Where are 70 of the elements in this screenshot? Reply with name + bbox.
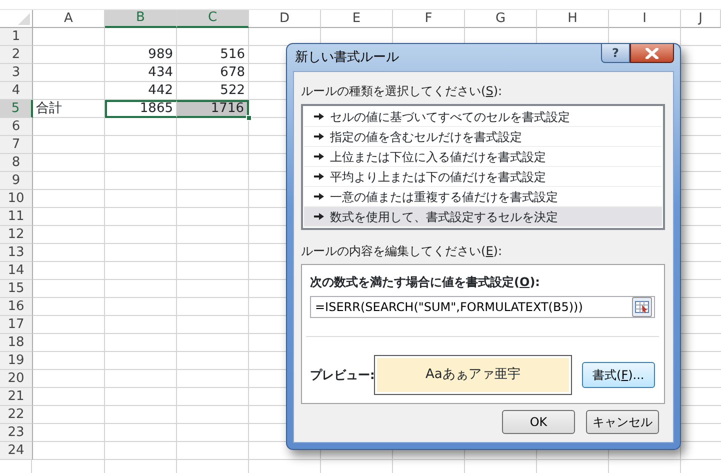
row-header[interactable]: 14 xyxy=(0,262,33,280)
arrow-icon xyxy=(314,193,324,200)
row-header[interactable]: 11 xyxy=(0,208,33,226)
arrow-icon xyxy=(314,113,324,120)
preview-sample: Aaあぁアァ亜宇 xyxy=(374,355,572,395)
row-header[interactable]: 6 xyxy=(0,118,33,136)
arrow-icon xyxy=(314,213,324,220)
row-header[interactable]: 21 xyxy=(0,388,33,406)
arrow-icon xyxy=(314,173,324,180)
column-header[interactable]: C xyxy=(177,10,249,28)
column-header[interactable]: B xyxy=(105,10,177,28)
triangle-icon xyxy=(18,13,30,25)
row-header[interactable]: 2 xyxy=(0,46,33,64)
table-cell: 1865 xyxy=(105,100,177,118)
row-header[interactable]: 23 xyxy=(0,424,33,442)
row-header[interactable]: 18 xyxy=(0,334,33,352)
row-header[interactable]: 17 xyxy=(0,316,33,334)
help-button[interactable]: ? xyxy=(601,44,630,63)
list-item[interactable]: 平均より上または下の値だけを書式設定 xyxy=(304,167,662,187)
row-header[interactable]: 15 xyxy=(0,280,33,298)
row-header[interactable]: 9 xyxy=(0,172,33,190)
section-label: ルールの内容を編集してください(E): xyxy=(301,243,504,260)
fill-handle[interactable] xyxy=(246,115,252,121)
row-header[interactable]: 1 xyxy=(0,28,33,46)
row-header[interactable]: 10 xyxy=(0,190,33,208)
row-header[interactable]: 12 xyxy=(0,226,33,244)
preview-label: プレビュー: xyxy=(310,367,374,384)
format-button[interactable]: 書式(F)... xyxy=(582,362,655,388)
table-cell: 1716 xyxy=(177,100,249,118)
section-label: ルールの種類を選択してください(S): xyxy=(301,83,504,100)
column-header[interactable]: J xyxy=(681,10,721,28)
row-header[interactable]: 22 xyxy=(0,406,33,424)
rule-type-text: 平均より上または下の値だけを書式設定 xyxy=(330,168,546,186)
column-header[interactable]: D xyxy=(249,10,321,28)
arrow-icon xyxy=(314,133,324,140)
row-header[interactable]: 5 xyxy=(0,100,33,118)
row-header[interactable]: 4 xyxy=(0,82,33,100)
rule-type-text: セルの値に基づいてすべてのセルを書式設定 xyxy=(330,108,570,126)
rule-type-text: 指定の値を含むセルだけを書式設定 xyxy=(330,128,522,146)
close-icon xyxy=(645,48,659,58)
ok-button[interactable]: OK xyxy=(502,410,575,434)
column-header[interactable]: E xyxy=(321,10,393,28)
rule-type-text: 上位または下位に入る値だけを書式設定 xyxy=(330,148,546,166)
field-label: 次の数式を満たす場合に値を書式設定(O): xyxy=(310,274,541,291)
rule-type-text: 一意の値または重複する値だけを書式設定 xyxy=(330,188,558,206)
rule-type-text: 数式を使用して、書式設定するセルを決定 xyxy=(330,208,558,226)
column-header[interactable]: G xyxy=(465,10,537,28)
column-header[interactable]: F xyxy=(393,10,465,28)
cancel-button[interactable]: キャンセル xyxy=(586,410,659,434)
range-select-icon xyxy=(635,301,649,313)
row-header[interactable]: 3 xyxy=(0,64,33,82)
list-item[interactable]: 数式を使用して、書式設定するセルを決定 xyxy=(304,207,662,227)
row-header[interactable]: 8 xyxy=(0,154,33,172)
column-header[interactable]: I xyxy=(609,10,681,28)
row-header[interactable]: 13 xyxy=(0,244,33,262)
row-header[interactable]: 24 xyxy=(0,442,33,460)
close-button[interactable] xyxy=(630,44,674,63)
formula-field[interactable]: =ISERR(SEARCH("SUM",FORMULATEXT(B5))) xyxy=(310,296,655,318)
row-header[interactable]: 20 xyxy=(0,370,33,388)
list-item[interactable]: 指定の値を含むセルだけを書式設定 xyxy=(304,127,662,147)
column-header[interactable]: A xyxy=(33,10,105,28)
range-select-button[interactable] xyxy=(632,297,652,317)
list-item[interactable]: セルの値に基づいてすべてのセルを書式設定 xyxy=(304,107,662,127)
dialog-title: 新しい書式ルール xyxy=(294,48,399,67)
arrow-icon xyxy=(314,153,324,160)
column-header[interactable]: H xyxy=(537,10,609,28)
row-header[interactable]: 7 xyxy=(0,136,33,154)
row-header[interactable]: 16 xyxy=(0,298,33,316)
row-header[interactable]: 19 xyxy=(0,352,33,370)
list-item[interactable]: 上位または下位に入る値だけを書式設定 xyxy=(304,147,662,167)
